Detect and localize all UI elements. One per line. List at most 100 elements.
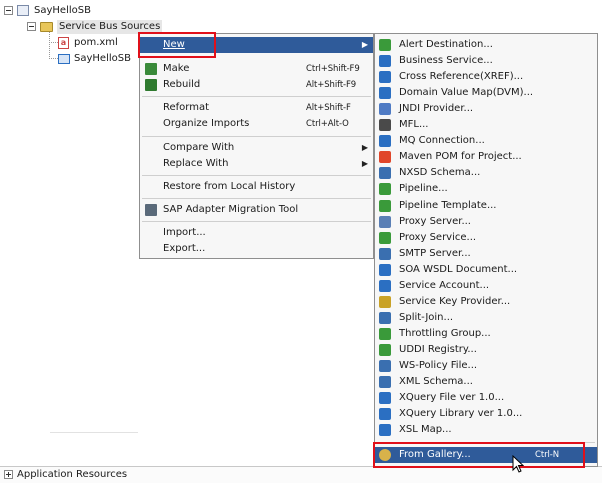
menu-item-label: From Gallery... <box>399 449 471 460</box>
menu-item-rebuild[interactable]: Rebuild Alt+Shift-F9 <box>140 77 373 93</box>
proxy-service-icon <box>379 231 391 244</box>
menu-item-new-business-service[interactable]: Business Service... <box>375 53 597 69</box>
menu-item-label: Business Service... <box>399 55 493 67</box>
menu-item-new-split-join[interactable]: Split-Join... <box>375 310 597 326</box>
tree-label: pom.xml <box>74 37 118 48</box>
business-service-icon <box>379 55 391 68</box>
menu-item-label: Proxy Service... <box>399 231 477 243</box>
menu-item-label: NXSD Schema... <box>399 167 481 179</box>
menu-item-label: XQuery Library ver 1.0... <box>399 408 523 420</box>
menu-item-new-proxy-service[interactable]: Proxy Service... <box>375 230 597 246</box>
collapse-toggle-icon[interactable] <box>27 22 36 31</box>
menu-item-new-smtp-server[interactable]: SMTP Server... <box>375 246 597 262</box>
soa-wsdl-icon <box>379 263 391 276</box>
menu-separator <box>142 136 371 137</box>
menu-item-new-uddi-registry[interactable]: UDDI Registry... <box>375 342 597 358</box>
alert-destination-icon <box>379 39 391 51</box>
service-icon <box>58 54 70 64</box>
menu-item-sap-adapter[interactable]: SAP Adapter Migration Tool <box>140 202 373 218</box>
menu-item-label: Restore from Local History <box>163 181 296 192</box>
menu-item-new-soa-wsdl[interactable]: SOA WSDL Document... <box>375 262 597 278</box>
make-icon <box>145 63 157 75</box>
menu-item-new-cross-reference[interactable]: Cross Reference(XREF)... <box>375 69 597 85</box>
menu-item-from-gallery[interactable]: From Gallery... Ctrl-N <box>375 447 597 463</box>
xml-schema-icon <box>379 376 391 389</box>
menu-item-label: Rebuild <box>163 79 201 90</box>
sap-adapter-icon <box>145 204 157 216</box>
tree-label: Service Bus Sources <box>57 20 163 34</box>
menu-separator <box>142 96 371 97</box>
menu-item-new-maven-pom[interactable]: Maven POM for Project... <box>375 149 597 165</box>
service-key-provider-icon <box>379 295 391 308</box>
menu-item-new-domain-value-map[interactable]: Domain Value Map(DVM)... <box>375 85 597 101</box>
menu-item-new[interactable]: New ▶ <box>140 37 373 53</box>
menu-item-label: Import... <box>163 227 206 238</box>
collapse-toggle-icon[interactable] <box>4 6 13 15</box>
cross-reference-icon <box>379 71 391 84</box>
menu-item-label: Organize Imports <box>163 118 250 129</box>
menu-item-make[interactable]: Make Ctrl+Shift-F9 <box>140 61 373 77</box>
menu-item-label: Maven POM for Project... <box>399 151 522 163</box>
menu-item-label: Pipeline... <box>399 183 448 195</box>
menu-item-label: UDDI Registry... <box>399 343 477 355</box>
new-submenu: Alert Destination... Business Service... C… <box>374 33 598 467</box>
context-menu: New ▶ Make Ctrl+Shift-F9 Rebuild Alt+Shi… <box>139 33 374 259</box>
menu-item-label: WS-Policy File... <box>399 360 478 371</box>
shortcut-label: Ctrl+Alt-O <box>306 119 349 129</box>
menu-item-label: XSL Map... <box>399 424 452 436</box>
menu-item-label: SAP Adapter Migration Tool <box>163 204 299 215</box>
menu-item-label: Throttling Group... <box>399 327 491 339</box>
menu-item-label: Alert Destination... <box>399 39 493 50</box>
menu-separator <box>377 442 595 443</box>
from-gallery-icon <box>379 449 391 461</box>
menu-item-label: SOA WSDL Document... <box>399 263 518 275</box>
shortcut-label: Alt+Shift-F <box>306 103 351 113</box>
menu-item-label: SMTP Server... <box>399 247 471 259</box>
menu-item-new-service-key-provider[interactable]: Service Key Provider... <box>375 294 597 310</box>
pipeline-template-icon <box>379 199 391 212</box>
menu-separator <box>142 198 371 199</box>
menu-item-new-xquery-file[interactable]: XQuery File ver 1.0... <box>375 390 597 406</box>
mouse-cursor-icon <box>512 455 524 473</box>
tree-label: SayHelloSB <box>74 53 131 64</box>
menu-item-new-service-account[interactable]: Service Account... <box>375 278 597 294</box>
shortcut-label: Alt+Shift-F9 <box>306 80 357 90</box>
menu-item-restore-local-history[interactable]: Restore from Local History <box>140 179 373 195</box>
menu-item-label: JNDI Provider... <box>399 103 474 115</box>
menu-item-new-throttling-group[interactable]: Throttling Group... <box>375 326 597 342</box>
menu-item-export[interactable]: Export... <box>140 241 373 257</box>
menu-item-import[interactable]: Import... <box>140 225 373 241</box>
menu-item-new-proxy-server[interactable]: Proxy Server... <box>375 214 597 230</box>
menu-item-new-pipeline-template[interactable]: Pipeline Template... <box>375 198 597 214</box>
submenu-arrow-icon: ▶ <box>361 143 368 152</box>
throttling-group-icon <box>379 327 391 340</box>
mq-connection-icon <box>379 135 391 148</box>
menu-item-replace-with[interactable]: Replace With ▶ <box>140 156 373 172</box>
uddi-registry-icon <box>379 343 391 356</box>
shortcut-label: Ctrl-N <box>535 450 559 460</box>
menu-item-new-xsl-map[interactable]: XSL Map... <box>375 422 597 438</box>
menu-item-new-pipeline[interactable]: Pipeline... <box>375 181 597 197</box>
menu-separator <box>142 175 371 176</box>
menu-item-compare-with[interactable]: Compare With ▶ <box>140 140 373 156</box>
maven-pom-icon <box>379 151 391 164</box>
menu-item-new-ws-policy[interactable]: WS-Policy File... <box>375 358 597 374</box>
menu-item-new-jndi-provider[interactable]: JNDI Provider... <box>375 101 597 117</box>
menu-item-label: Replace With <box>163 158 229 169</box>
menu-item-new-nxsd-schema[interactable]: NXSD Schema... <box>375 165 597 181</box>
menu-item-new-mq-connection[interactable]: MQ Connection... <box>375 133 597 149</box>
menu-item-label: MQ Connection... <box>399 135 485 147</box>
expand-icon[interactable] <box>4 470 13 479</box>
menu-item-organize-imports[interactable]: Organize Imports Ctrl+Alt-O <box>140 116 373 132</box>
menu-item-label: Reformat <box>163 102 210 113</box>
menu-item-new-xml-schema[interactable]: XML Schema... <box>375 374 597 390</box>
menu-item-label: Pipeline Template... <box>399 199 497 211</box>
mfl-icon <box>379 119 391 132</box>
domain-value-map-icon <box>379 87 391 100</box>
menu-item-new-alert-destination[interactable]: Alert Destination... <box>375 37 597 53</box>
submenu-arrow-icon: ▶ <box>361 159 368 168</box>
menu-item-new-xquery-library[interactable]: XQuery Library ver 1.0... <box>375 406 597 422</box>
menu-item-reformat[interactable]: Reformat Alt+Shift-F <box>140 100 373 116</box>
menu-item-new-mfl[interactable]: MFL... <box>375 117 597 133</box>
maven-pom-icon: a <box>58 37 69 49</box>
